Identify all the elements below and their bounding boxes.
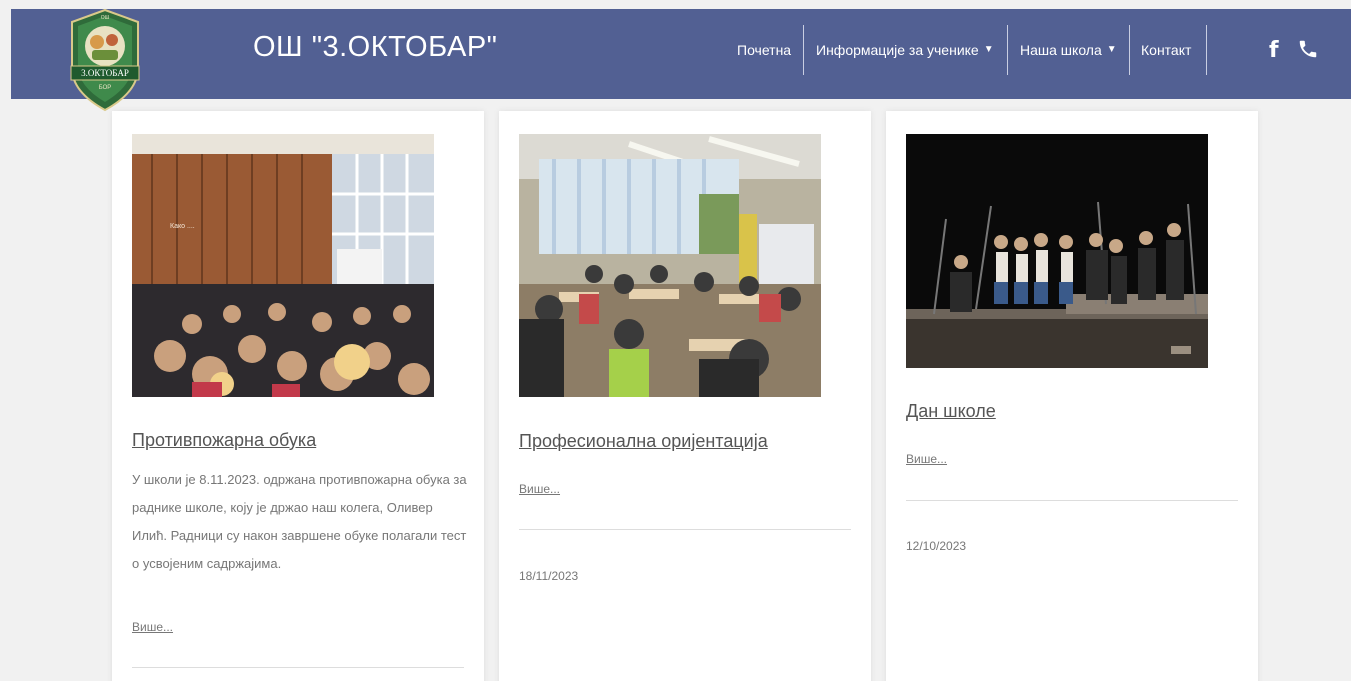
post-photo[interactable] — [519, 134, 821, 397]
read-more-link[interactable]: Више... — [906, 452, 947, 466]
nav-our-school[interactable]: Наша школа ▼ — [1020, 25, 1117, 75]
nav-our-school-label: Наша школа — [1020, 42, 1102, 58]
read-more-link[interactable]: Више... — [519, 482, 560, 496]
post-title-link[interactable]: Противпожарна обука — [132, 430, 316, 451]
nav-home[interactable]: Почетна — [737, 25, 791, 75]
site-title[interactable]: ОШ "3.ОКТОБАР" — [253, 31, 497, 64]
logo-top: ОШ — [101, 15, 110, 21]
read-more-link[interactable]: Више... — [132, 620, 173, 634]
post-title-link[interactable]: Професионална оријентација — [519, 431, 768, 452]
post-date: 18/11/2023 — [519, 569, 579, 583]
divider — [132, 667, 464, 668]
nav-home-label: Почетна — [737, 42, 792, 58]
nav-students-info[interactable]: Информације за ученике ▼ — [816, 25, 994, 75]
chevron-down-icon: ▼ — [983, 43, 994, 55]
post-excerpt: У школи је 8.11.2023. одржана противпожа… — [132, 472, 467, 571]
post-date: 12/10/2023 — [906, 539, 967, 553]
photo-caption: Како .... — [170, 223, 195, 230]
post-photo[interactable] — [906, 134, 1208, 368]
nav-contact-label: Контакт — [1141, 42, 1192, 58]
site-header: ОШ "3.ОКТОБАР" Почетна Информације за уч… — [11, 9, 1351, 99]
post-card: Професионална оријентација Више... 18/11… — [499, 111, 871, 681]
post-title-link[interactable]: Дан школе — [906, 401, 996, 422]
post-card: Дан школе Више... 12/10/2023 — [886, 111, 1258, 681]
nav-students-info-label: Информације за ученике — [816, 42, 979, 58]
phone-glyph — [1299, 40, 1317, 58]
divider — [519, 529, 851, 530]
facebook-icon[interactable]: f — [1269, 38, 1279, 63]
post-photo[interactable]: Како .... — [132, 134, 434, 397]
nav-contact[interactable]: Контакт — [1141, 25, 1191, 75]
post-card: Како .... Противпожарна обука У школи је… — [112, 111, 484, 681]
divider — [906, 500, 1238, 501]
nav-separator — [1129, 25, 1130, 75]
nav-separator — [1007, 25, 1008, 75]
logo-text: 3.ОКТОБАР — [81, 68, 129, 78]
school-logo[interactable]: 3.ОКТОБАР БОР ОШ — [66, 8, 144, 112]
logo-sub: БОР — [99, 85, 112, 91]
chevron-down-icon: ▼ — [1106, 43, 1117, 55]
phone-icon[interactable] — [1297, 38, 1319, 66]
nav-separator — [1206, 25, 1207, 75]
nav-separator — [803, 25, 804, 75]
